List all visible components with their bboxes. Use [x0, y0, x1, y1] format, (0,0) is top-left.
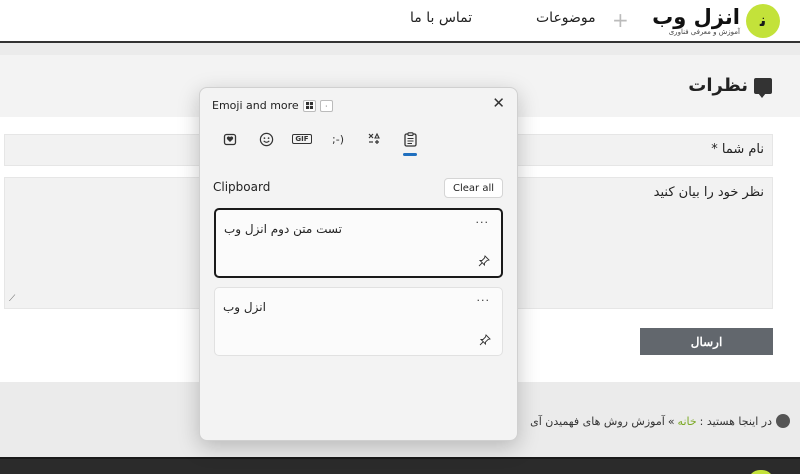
- pin-icon[interactable]: [478, 255, 490, 267]
- kaomoji-icon: ;-): [332, 132, 344, 146]
- send-button[interactable]: ارسال: [640, 328, 773, 355]
- tab-gif[interactable]: GIF: [284, 128, 320, 150]
- resize-handle-icon[interactable]: ⟋: [9, 294, 15, 304]
- clipboard-item-text: انزل وب: [223, 300, 266, 314]
- clipboard-item-text: تست متن دوم انزل وب: [224, 222, 342, 236]
- close-icon[interactable]: ✕: [492, 94, 505, 112]
- clipboard-icon: [403, 131, 417, 147]
- breadcrumb-prefix: در اینجا هستید :: [699, 414, 772, 428]
- pin-icon[interactable]: [479, 334, 491, 346]
- gif-icon: GIF: [292, 134, 312, 144]
- period-key-hint: ۰: [319, 99, 333, 112]
- clear-all-button[interactable]: Clear all: [443, 178, 503, 198]
- kaomoji-heart-icon: [223, 133, 237, 146]
- tab-emoji[interactable]: [248, 128, 284, 150]
- tab-symbols[interactable]: [356, 128, 392, 150]
- panel-tabs: GIF ;-): [212, 128, 428, 156]
- location-icon: [776, 414, 790, 428]
- logo-name: انزل وب: [652, 4, 740, 29]
- clipboard-item[interactable]: انزل وب ···: [214, 287, 503, 356]
- symbols-icon: [368, 132, 380, 144]
- breadcrumb-current: آموزش روش های فهمیدن آی: [530, 414, 665, 428]
- logo-text: انزل وب آموزش و معرفی فناوری: [652, 6, 740, 37]
- taskbar: [0, 457, 800, 474]
- plus-icon[interactable]: +: [612, 8, 629, 32]
- breadcrumb-separator: »: [667, 414, 675, 428]
- breadcrumb: در اینجا هستید : خانه » آموزش روش های فه…: [530, 414, 790, 428]
- taskbar-app-icon[interactable]: [748, 470, 774, 474]
- nav-topics[interactable]: موضوعات: [536, 10, 596, 26]
- tab-favorites[interactable]: [212, 128, 248, 150]
- name-label: نام شما *: [711, 142, 764, 157]
- logo-mark-icon: ﻧ: [746, 4, 780, 38]
- comments-title: نظرات: [688, 75, 772, 98]
- nav-contact[interactable]: تماس با ما: [410, 10, 472, 26]
- more-options-icon[interactable]: ···: [476, 216, 490, 229]
- tab-kaomoji[interactable]: ;-): [320, 128, 356, 150]
- clipboard-item[interactable]: تست متن دوم انزل وب ···: [214, 208, 503, 278]
- message-label: نظر خود را بیان کنید: [653, 185, 764, 200]
- comment-icon: [754, 77, 772, 98]
- site-header: ﻧ انزل وب آموزش و معرفی فناوری + موضوعات…: [0, 0, 800, 43]
- breadcrumb-home-link[interactable]: خانه: [678, 415, 697, 428]
- emoji-icon: [259, 132, 273, 146]
- emoji-clipboard-panel: Emoji and more ۰ ✕ GIF ;-) Clipboard Cle…: [199, 87, 518, 441]
- clipboard-title: Clipboard: [213, 180, 271, 194]
- logo-tagline: آموزش و معرفی فناوری: [668, 27, 740, 36]
- site-logo[interactable]: ﻧ انزل وب آموزش و معرفی فناوری: [652, 4, 780, 38]
- panel-title: Emoji and more ۰: [212, 99, 333, 112]
- comments-title-text: نظرات: [688, 75, 748, 96]
- more-options-icon[interactable]: ···: [477, 294, 491, 307]
- tab-clipboard[interactable]: [392, 128, 428, 156]
- windows-key-icon: [302, 99, 316, 112]
- panel-title-text: Emoji and more: [212, 99, 299, 112]
